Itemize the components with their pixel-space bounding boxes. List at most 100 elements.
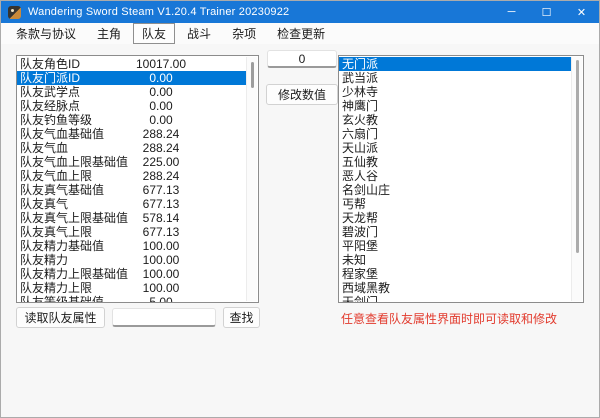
faction-scrollbar-thumb[interactable]: [576, 60, 579, 253]
attribute-name: 队友等级基础值: [20, 295, 105, 303]
faction-listbox[interactable]: 无门派 武当派 少林寺 神鹰门 玄火教 六扇门 天山派 五仙教 恶人谷 名剑山庄…: [338, 55, 584, 303]
attribute-row[interactable]: 队友角色ID 10017.00: [17, 57, 246, 71]
attribute-row[interactable]: 队友精力上限基础值 100.00: [17, 267, 246, 281]
faction-label: 无门派: [342, 57, 379, 71]
attribute-row[interactable]: 队友门派ID 0.00: [17, 71, 246, 85]
attribute-value: 5.00: [149, 295, 173, 303]
attribute-row[interactable]: 队友武学点 0.00: [17, 85, 246, 99]
window-controls: ─ ☐ ✕: [494, 1, 599, 23]
attribute-name: 队友真气: [20, 197, 69, 211]
find-button[interactable]: 查找: [223, 307, 260, 328]
faction-row[interactable]: 丐帮: [339, 197, 571, 211]
attribute-value: 288.24: [142, 141, 180, 155]
attribute-value: 100.00: [142, 253, 180, 267]
faction-scrollbar[interactable]: [571, 57, 582, 301]
attribute-row[interactable]: 队友精力 100.00: [17, 253, 246, 267]
faction-row[interactable]: 恶人谷: [339, 169, 571, 183]
faction-label: 少林寺: [342, 85, 379, 99]
titlebar: Wandering Sword Steam V1.20.4 Trainer 20…: [1, 1, 599, 23]
attribute-name: 队友真气基础值: [20, 183, 105, 197]
faction-row[interactable]: 六扇门: [339, 127, 571, 141]
attribute-row[interactable]: 队友气血上限基础值 225.00: [17, 155, 246, 169]
faction-label: 神鹰门: [342, 99, 379, 113]
menu-item-terms[interactable]: 条款与协议: [7, 23, 85, 44]
faction-label: 天山派: [342, 141, 379, 155]
attribute-scrollbar[interactable]: [246, 57, 257, 301]
attribute-value: 677.13: [142, 225, 180, 239]
attribute-row[interactable]: 队友真气上限 677.13: [17, 225, 246, 239]
attribute-row[interactable]: 队友精力上限 100.00: [17, 281, 246, 295]
faction-row[interactable]: 少林寺: [339, 85, 571, 99]
attribute-row[interactable]: 队友气血 288.24: [17, 141, 246, 155]
attribute-name: 队友经脉点: [20, 99, 81, 113]
faction-label: 六扇门: [342, 127, 379, 141]
attribute-value: 100.00: [142, 239, 180, 253]
faction-row[interactable]: 天龙帮: [339, 211, 571, 225]
faction-row[interactable]: 玄火教: [339, 113, 571, 127]
attribute-name: 队友精力上限基础值: [20, 267, 129, 281]
faction-row[interactable]: 名剑山庄: [339, 183, 571, 197]
read-teammate-attributes-button[interactable]: 读取队友属性: [16, 307, 105, 328]
menubar: 条款与协议 主角 队友 战斗 杂项 检查更新: [1, 23, 599, 44]
attribute-row[interactable]: 队友气血基础值 288.24: [17, 127, 246, 141]
menu-item-check-update[interactable]: 检查更新: [268, 23, 334, 44]
attribute-listbox[interactable]: 队友角色ID 10017.00 队友门派ID 0.00 队友武学点 0.00 队…: [16, 55, 259, 303]
faction-row[interactable]: 碧波门: [339, 225, 571, 239]
attribute-row[interactable]: 队友经脉点 0.00: [17, 99, 246, 113]
attribute-value: 0.00: [149, 99, 173, 113]
attribute-row[interactable]: 队友真气上限基础值 578.14: [17, 211, 246, 225]
value-input[interactable]: [267, 50, 337, 68]
attribute-row[interactable]: 队友等级基础值 5.00: [17, 295, 246, 303]
faction-row[interactable]: 神鹰门: [339, 99, 571, 113]
faction-label: 天剑门: [342, 295, 379, 303]
faction-row[interactable]: 未知: [339, 253, 571, 267]
attribute-value: 0.00: [149, 71, 173, 85]
faction-list-rows: 无门派 武当派 少林寺 神鹰门 玄火教 六扇门 天山派 五仙教 恶人谷 名剑山庄…: [339, 57, 571, 303]
modify-value-button[interactable]: 修改数值: [266, 84, 338, 105]
faction-row[interactable]: 平阳堡: [339, 239, 571, 253]
faction-row[interactable]: 西域黑教: [339, 281, 571, 295]
faction-row[interactable]: 无门派: [339, 57, 571, 71]
faction-label: 未知: [342, 253, 367, 267]
faction-label: 平阳堡: [342, 239, 379, 253]
attribute-name: 队友角色ID: [20, 57, 81, 71]
attribute-scrollbar-thumb[interactable]: [251, 62, 254, 88]
attribute-value: 225.00: [142, 155, 180, 169]
menu-item-battle[interactable]: 战斗: [178, 23, 220, 44]
attribute-value: 100.00: [142, 267, 180, 281]
attribute-row[interactable]: 队友真气基础值 677.13: [17, 183, 246, 197]
menu-item-protagonist[interactable]: 主角: [88, 23, 130, 44]
attribute-row[interactable]: 队友气血上限 288.24: [17, 169, 246, 183]
close-button[interactable]: ✕: [564, 1, 599, 23]
faction-row[interactable]: 武当派: [339, 71, 571, 85]
faction-row[interactable]: 五仙教: [339, 155, 571, 169]
attribute-name: 队友精力: [20, 253, 69, 267]
attribute-value: 578.14: [142, 211, 180, 225]
attribute-value: 288.24: [142, 169, 180, 183]
faction-row[interactable]: 程家堡: [339, 267, 571, 281]
attribute-value: 100.00: [142, 281, 180, 295]
minimize-button[interactable]: ─: [494, 1, 529, 23]
faction-label: 五仙教: [342, 155, 379, 169]
attribute-name: 队友真气上限基础值: [20, 211, 129, 225]
faction-row[interactable]: 天剑门: [339, 295, 571, 303]
search-input[interactable]: [112, 308, 216, 327]
attribute-name: 队友门派ID: [20, 71, 81, 85]
faction-label: 玄火教: [342, 113, 379, 127]
attribute-value: 0.00: [149, 113, 173, 127]
trainer-window: Wandering Sword Steam V1.20.4 Trainer 20…: [0, 0, 600, 418]
attribute-name: 队友气血上限基础值: [20, 155, 129, 169]
faction-label: 名剑山庄: [342, 183, 391, 197]
faction-row[interactable]: 天山派: [339, 141, 571, 155]
faction-label: 西域黑教: [342, 281, 391, 295]
attribute-value: 677.13: [142, 183, 180, 197]
faction-label: 恶人谷: [342, 169, 379, 183]
attribute-row[interactable]: 队友精力基础值 100.00: [17, 239, 246, 253]
attribute-name: 队友钓鱼等级: [20, 113, 93, 127]
maximize-button[interactable]: ☐: [529, 1, 564, 23]
menu-item-misc[interactable]: 杂项: [223, 23, 265, 44]
attribute-row[interactable]: 队友真气 677.13: [17, 197, 246, 211]
attribute-row[interactable]: 队友钓鱼等级 0.00: [17, 113, 246, 127]
window-title: Wandering Sword Steam V1.20.4 Trainer 20…: [28, 6, 290, 18]
menu-item-teammates[interactable]: 队友: [133, 23, 176, 44]
